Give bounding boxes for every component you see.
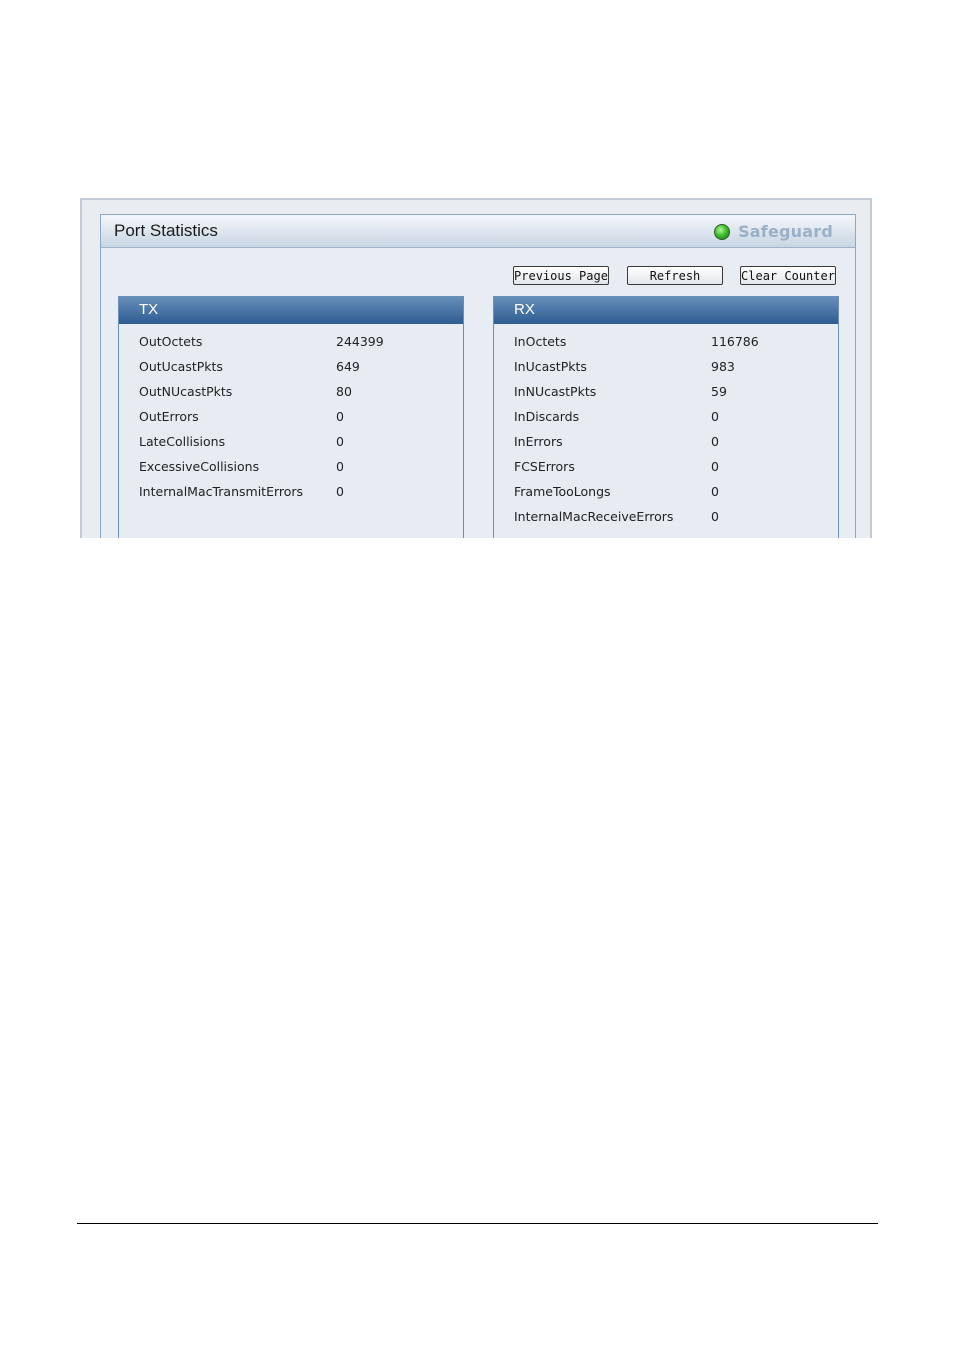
stat-label: LateCollisions [139, 434, 226, 449]
table-row: FCSErrors 0 [494, 459, 838, 479]
stat-label: InOctets [514, 334, 567, 349]
stat-label: FCSErrors [514, 459, 575, 474]
page-title: Port Statistics [114, 221, 218, 240]
table-row: InOctets 116786 [494, 334, 838, 354]
rx-panel: RX InOctets 116786 InUcastPkts 983 InNUc… [493, 296, 839, 538]
stat-value: 59 [711, 384, 727, 399]
safeguard-indicator: Safeguard [714, 222, 833, 241]
refresh-button[interactable]: Refresh [627, 266, 723, 285]
stat-value: 244399 [336, 334, 384, 349]
stat-value: 0 [711, 484, 719, 499]
stat-label: InUcastPkts [514, 359, 587, 374]
stat-label: OutNUcastPkts [139, 384, 233, 399]
stat-label: OutOctets [139, 334, 203, 349]
stat-label: FrameTooLongs [514, 484, 611, 499]
stat-label: ExcessiveCollisions [139, 459, 260, 474]
port-statistics-window: Port Statistics Safeguard Previous Page … [80, 198, 872, 538]
previous-page-button[interactable]: Previous Page [513, 266, 609, 285]
clear-counter-button[interactable]: Clear Counter [740, 266, 836, 285]
stat-value: 0 [336, 459, 344, 474]
table-row: InNUcastPkts 59 [494, 384, 838, 404]
stat-value: 116786 [711, 334, 759, 349]
stat-value: 983 [711, 359, 735, 374]
stat-value: 0 [711, 409, 719, 424]
table-row: OutOctets 244399 [119, 334, 463, 354]
table-row: InternalMacReceiveErrors 0 [494, 509, 838, 529]
stat-value: 0 [711, 434, 719, 449]
rx-heading: RX [494, 296, 838, 324]
table-row: LateCollisions 0 [119, 434, 463, 454]
stat-label: OutErrors [139, 409, 199, 424]
port-statistics-panel: Port Statistics Safeguard Previous Page … [100, 214, 856, 538]
stat-value: 649 [336, 359, 360, 374]
table-row: OutUcastPkts 649 [119, 359, 463, 379]
safeguard-label: Safeguard [738, 222, 833, 241]
tx-panel: TX OutOctets 244399 OutUcastPkts 649 Out… [118, 296, 464, 538]
stat-label: InternalMacReceiveErrors [514, 509, 674, 524]
table-row: FrameTooLongs 0 [494, 484, 838, 504]
stat-value: 80 [336, 384, 352, 399]
table-row: InErrors 0 [494, 434, 838, 454]
stat-value: 0 [336, 484, 344, 499]
stat-value: 0 [711, 459, 719, 474]
stat-label: InternalMacTransmitErrors [139, 484, 304, 499]
tx-heading: TX [119, 296, 463, 324]
stat-label: InErrors [514, 434, 563, 449]
stat-value: 0 [711, 509, 719, 524]
table-row: ExcessiveCollisions 0 [119, 459, 463, 479]
table-row: InternalMacTransmitErrors 0 [119, 484, 463, 504]
status-led-icon [714, 223, 731, 240]
stat-label: InNUcastPkts [514, 384, 597, 399]
stat-value: 0 [336, 434, 344, 449]
table-row: OutErrors 0 [119, 409, 463, 429]
table-row: InDiscards 0 [494, 409, 838, 429]
table-row: OutNUcastPkts 80 [119, 384, 463, 404]
title-bar: Port Statistics Safeguard [101, 215, 855, 248]
footer-divider [77, 1223, 878, 1224]
table-row: InUcastPkts 983 [494, 359, 838, 379]
stat-value: 0 [336, 409, 344, 424]
stat-label: OutUcastPkts [139, 359, 223, 374]
stat-label: InDiscards [514, 409, 580, 424]
